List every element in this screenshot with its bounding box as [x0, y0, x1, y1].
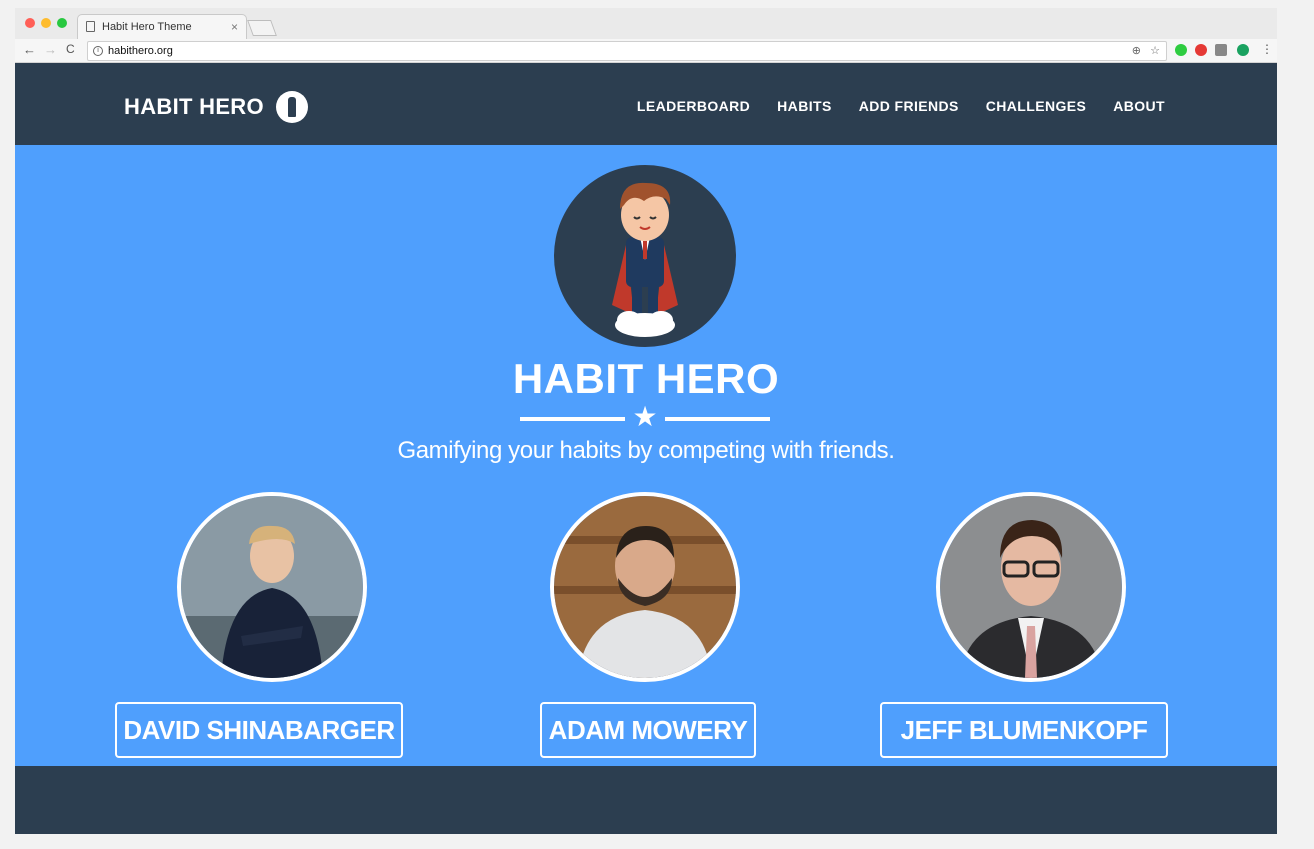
team-member-photo: [550, 492, 740, 682]
nav-leaderboard[interactable]: LEADERBOARD: [637, 98, 750, 114]
star-divider: ★: [520, 401, 770, 434]
extension-green-icon[interactable]: [1175, 44, 1187, 56]
window-controls: [25, 18, 67, 28]
maximize-window-button[interactable]: [57, 18, 67, 28]
site-footer: [15, 766, 1277, 834]
superhero-illustration: [612, 182, 678, 337]
team-member-card: ADAM MOWERY: [540, 492, 756, 758]
team-member-name: DAVID SHINABARGER: [115, 702, 403, 758]
team-member-card: DAVID SHINABARGER: [115, 492, 403, 758]
star-icon: ★: [632, 401, 658, 432]
omnibox-actions: ⊕ ☆: [1132, 44, 1160, 57]
team-member-photo: [936, 492, 1126, 682]
browser-window: Habit Hero Theme × ← → C i habithero.org…: [15, 8, 1277, 834]
site-logo[interactable]: HABIT HERO: [124, 91, 308, 123]
site-header: HABIT HERO LEADERBOARD HABITS ADD FRIEND…: [15, 63, 1277, 145]
nav-habits[interactable]: HABITS: [777, 98, 832, 114]
forward-button[interactable]: →: [44, 42, 57, 57]
back-button[interactable]: ←: [23, 42, 36, 57]
tab-title: Habit Hero Theme: [102, 21, 192, 33]
close-tab-icon[interactable]: ×: [231, 20, 238, 34]
nav-add-friends[interactable]: ADD FRIENDS: [859, 98, 959, 114]
reload-button[interactable]: C: [66, 42, 75, 56]
team-member-name: JEFF BLUMENKOPF: [880, 702, 1168, 758]
team-member-name: ADAM MOWERY: [540, 702, 756, 758]
browser-menu-icon[interactable]: ⋮: [1261, 42, 1273, 56]
new-tab-button[interactable]: [247, 20, 277, 36]
hero-title: HABIT HERO: [512, 355, 780, 402]
minimize-window-button[interactable]: [41, 18, 51, 28]
extension-box-icon[interactable]: [1215, 44, 1227, 56]
zoom-icon[interactable]: ⊕: [1132, 45, 1141, 57]
team-member-card: JEFF BLUMENKOPF: [880, 492, 1168, 758]
nav-about[interactable]: ABOUT: [1113, 98, 1165, 114]
hero-logo-icon: [275, 91, 308, 123]
browser-toolbar: ← → C i habithero.org ⊕ ☆ ⋮: [15, 39, 1277, 63]
bookmark-star-icon[interactable]: ☆: [1150, 45, 1160, 57]
extension-people-icon[interactable]: [1237, 44, 1249, 56]
logo-text: HABIT HERO: [124, 94, 264, 119]
main-nav: LEADERBOARD HABITS ADD FRIENDS CHALLENGE…: [637, 98, 1165, 114]
hero-avatar: [554, 165, 736, 347]
nav-challenges[interactable]: CHALLENGES: [986, 98, 1086, 114]
tab-strip: Habit Hero Theme ×: [15, 8, 1277, 39]
page-icon: [86, 21, 95, 32]
info-icon[interactable]: i: [93, 46, 103, 56]
divider-line-right: [665, 417, 770, 421]
adblock-icon[interactable]: [1195, 44, 1207, 56]
url-text: habithero.org: [108, 45, 173, 57]
address-bar[interactable]: i habithero.org ⊕ ☆: [87, 41, 1167, 61]
hero-section: HABIT HERO ★ Gamifying your habits by co…: [15, 145, 1277, 766]
close-window-button[interactable]: [25, 18, 35, 28]
hero-tagline: Gamifying your habits by competing with …: [397, 437, 895, 464]
browser-tab[interactable]: Habit Hero Theme ×: [77, 14, 247, 39]
divider-line-left: [520, 417, 625, 421]
team-member-photo: [177, 492, 367, 682]
